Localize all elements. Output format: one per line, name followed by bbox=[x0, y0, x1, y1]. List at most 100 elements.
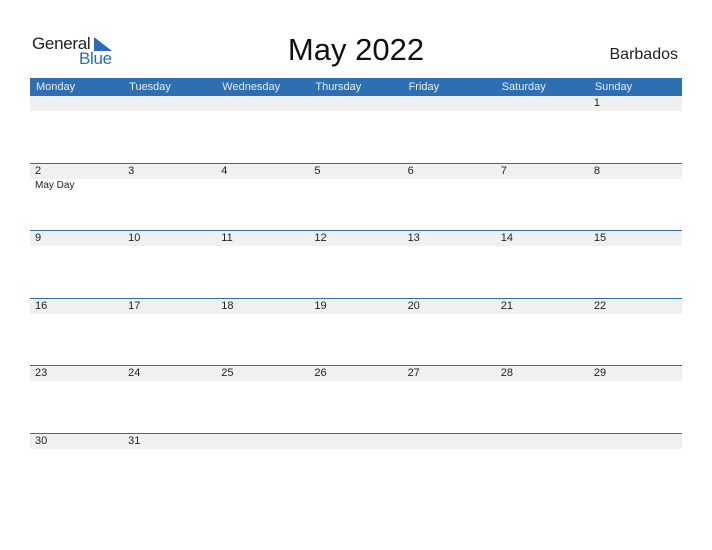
day-number-row: 1 bbox=[30, 96, 682, 111]
day-event bbox=[123, 246, 216, 247]
day-number: 4 bbox=[221, 164, 228, 177]
event-row bbox=[30, 246, 682, 247]
day-event bbox=[216, 111, 309, 112]
day-number: 30 bbox=[35, 434, 48, 447]
day-event bbox=[30, 111, 123, 112]
calendar-week: 30 31 bbox=[30, 432, 682, 501]
day-event bbox=[216, 381, 309, 382]
day-number: 10 bbox=[128, 232, 141, 244]
day-event bbox=[30, 314, 123, 315]
day-number bbox=[496, 434, 589, 449]
day-event bbox=[589, 314, 682, 315]
event-row bbox=[30, 381, 682, 382]
event-row: May Day bbox=[30, 179, 682, 191]
day-number bbox=[309, 434, 402, 449]
day-number: 25 bbox=[221, 367, 234, 379]
day-event bbox=[496, 179, 589, 191]
day-number: 31 bbox=[128, 434, 141, 447]
day-number: 17 bbox=[128, 299, 141, 312]
weekday-tuesday: Tuesday bbox=[129, 81, 171, 93]
country-label: Barbados bbox=[609, 46, 679, 63]
day-number: 3 bbox=[128, 164, 135, 177]
day-event bbox=[589, 111, 682, 112]
day-event bbox=[123, 381, 216, 382]
day-number bbox=[123, 96, 216, 111]
day-number: 12 bbox=[314, 232, 327, 244]
day-event bbox=[309, 381, 402, 382]
day-event bbox=[403, 111, 496, 112]
day-event bbox=[216, 179, 309, 191]
day-number: 11 bbox=[221, 232, 233, 244]
day-event bbox=[403, 381, 496, 382]
day-number bbox=[403, 96, 496, 111]
day-number: 14 bbox=[500, 232, 513, 244]
day-event bbox=[309, 111, 402, 112]
weekday-thursday: Thursday bbox=[315, 81, 362, 93]
day-event bbox=[589, 246, 682, 247]
day-number bbox=[216, 96, 309, 111]
day-number: 7 bbox=[500, 164, 507, 177]
day-number: 5 bbox=[314, 164, 321, 177]
day-number: 21 bbox=[500, 299, 513, 312]
day-event bbox=[403, 179, 496, 191]
day-event: May Day bbox=[35, 179, 75, 191]
day-number-row: 2 3 4 5 6 7 8 bbox=[30, 163, 682, 179]
day-event bbox=[403, 449, 496, 450]
day-number: 22 bbox=[593, 299, 607, 312]
calendar-week: 16 17 18 19 20 21 22 bbox=[30, 297, 682, 366]
day-number-row: 9 10 11 12 13 14 15 bbox=[30, 231, 682, 246]
day-event bbox=[589, 381, 682, 382]
day-event bbox=[309, 314, 402, 315]
day-event bbox=[30, 381, 123, 382]
day-number: 19 bbox=[314, 299, 327, 312]
day-number bbox=[30, 96, 123, 111]
day-number: 28 bbox=[500, 367, 513, 379]
day-number: 6 bbox=[407, 164, 414, 177]
day-event bbox=[496, 246, 589, 247]
day-number: 13 bbox=[407, 232, 420, 244]
day-number: 23 bbox=[35, 367, 48, 379]
day-number bbox=[496, 96, 589, 111]
calendar-week: 9 10 11 12 13 14 15 bbox=[30, 230, 682, 298]
day-event bbox=[123, 314, 216, 315]
day-number-row: 16 17 18 19 20 21 22 bbox=[30, 298, 682, 314]
day-event bbox=[309, 246, 402, 247]
day-number: 18 bbox=[221, 299, 234, 312]
event-row bbox=[30, 111, 682, 112]
day-event bbox=[309, 179, 402, 191]
day-number-row: 30 31 bbox=[30, 433, 682, 449]
day-event bbox=[496, 111, 589, 112]
day-event bbox=[403, 314, 496, 315]
weekday-monday: Monday bbox=[36, 81, 76, 93]
event-row bbox=[30, 449, 682, 450]
weekday-header: Monday Tuesday Wednesday Thursday Friday… bbox=[30, 78, 682, 96]
day-number: 15 bbox=[593, 232, 607, 244]
day-event bbox=[496, 449, 589, 450]
calendar-title: May 2022 bbox=[287, 32, 425, 67]
day-event bbox=[123, 111, 216, 112]
day-event bbox=[216, 246, 309, 247]
day-number bbox=[403, 434, 496, 449]
day-event bbox=[496, 314, 589, 315]
day-event bbox=[123, 449, 216, 450]
day-event bbox=[589, 449, 682, 450]
day-number: 20 bbox=[407, 299, 420, 312]
day-number: 27 bbox=[407, 367, 420, 379]
day-event bbox=[403, 246, 496, 247]
day-event bbox=[309, 449, 402, 450]
weekday-wednesday: Wednesday bbox=[222, 81, 281, 93]
day-number: 29 bbox=[593, 367, 607, 379]
day-event bbox=[30, 449, 123, 450]
day-number: 2 bbox=[35, 164, 42, 177]
day-event bbox=[496, 381, 589, 382]
calendar-grid: Monday Tuesday Wednesday Thursday Friday… bbox=[30, 78, 682, 500]
day-event bbox=[589, 179, 682, 191]
day-number: 1 bbox=[593, 97, 600, 109]
day-number: 9 bbox=[35, 232, 42, 244]
event-row bbox=[30, 314, 682, 315]
calendar-week: 2 3 4 5 6 7 8 May Day bbox=[30, 162, 682, 231]
day-number: 26 bbox=[314, 367, 327, 379]
day-event bbox=[30, 246, 123, 247]
day-number: 8 bbox=[593, 164, 600, 177]
day-number-row: 23 24 25 26 27 28 29 bbox=[30, 366, 682, 381]
